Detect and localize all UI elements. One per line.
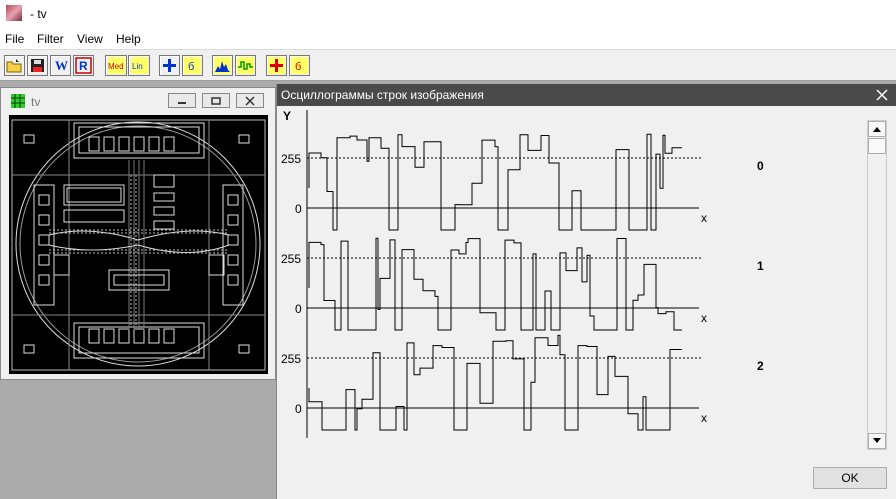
dialog-close-button[interactable]: [873, 86, 891, 104]
restore-icon: [211, 96, 221, 105]
svg-text:б: б: [295, 61, 301, 73]
scroll-thumb[interactable]: [868, 138, 886, 154]
channel-id-label: 1: [757, 259, 764, 273]
open-button[interactable]: [4, 55, 25, 76]
test-pattern-edge-image: [9, 115, 268, 374]
oscillogram-plot: Y 255 0 x 0 255 0 x 1 255 0 x 2: [281, 109, 764, 438]
minimize-button[interactable]: [168, 93, 196, 108]
grid-icon: [11, 94, 25, 108]
save-icon: [31, 59, 44, 72]
waveform-icon: [237, 57, 254, 74]
x-axis-label: x: [701, 211, 707, 225]
level-0-label: 0: [295, 402, 302, 416]
histogram-icon: [214, 57, 231, 74]
image-child-window[interactable]: tv: [0, 87, 276, 380]
restore-button[interactable]: [202, 93, 230, 108]
r-button[interactable]: R: [73, 55, 94, 76]
med-filter-icon: Med: [107, 57, 125, 74]
lin-filter-icon: Lin: [130, 57, 148, 74]
child-title: tv: [31, 95, 41, 109]
scroll-down-button[interactable]: [868, 433, 886, 449]
waveform-trace: [308, 237, 682, 331]
channel-id-label: 2: [757, 359, 764, 373]
y-axis-label: Y: [283, 109, 291, 123]
b-icon: б: [184, 57, 201, 74]
waveform-button[interactable]: [235, 55, 256, 76]
level-255-label: 255: [281, 252, 301, 266]
channel-2: 255 0 x 2: [281, 334, 764, 431]
med-filter-button[interactable]: Med: [105, 55, 127, 76]
svg-text:б: б: [188, 61, 194, 73]
toolbar: W R Med Lin б б: [0, 49, 896, 81]
svg-text:Lin: Lin: [132, 62, 143, 71]
w-button[interactable]: W: [50, 55, 71, 76]
dialog-titlebar[interactable]: Осциллограммы строк изображения: [277, 84, 896, 106]
close-button[interactable]: [236, 93, 264, 108]
red-b-button[interactable]: б: [289, 55, 310, 76]
x-axis-label: x: [701, 311, 707, 325]
channel-id-label: 0: [757, 159, 764, 173]
waveform-trace: [308, 133, 682, 231]
child-titlebar[interactable]: tv: [1, 88, 275, 114]
menu-view[interactable]: View: [77, 32, 103, 46]
vertical-scrollbar[interactable]: [867, 120, 887, 450]
edge-image[interactable]: [9, 115, 268, 374]
level-0-label: 0: [295, 302, 302, 316]
menubar: File Filter View Help: [0, 29, 896, 49]
minimize-icon: [178, 101, 186, 104]
r-icon: R: [75, 57, 92, 74]
svg-text:W: W: [55, 58, 68, 73]
svg-text:Med: Med: [108, 62, 124, 71]
chevron-down-icon: [873, 438, 881, 443]
plus-button[interactable]: [159, 55, 180, 76]
level-255-label: 255: [281, 352, 301, 366]
menu-help[interactable]: Help: [116, 32, 141, 46]
scroll-up-button[interactable]: [868, 121, 886, 137]
red-b-icon: б: [291, 57, 308, 74]
chevron-up-icon: [873, 127, 881, 132]
close-icon: [876, 89, 888, 101]
red-plus-button[interactable]: [266, 55, 287, 76]
waveform-trace: [308, 334, 682, 431]
app-icon: [6, 5, 22, 21]
svg-text:R: R: [79, 59, 88, 73]
x-axis-label: x: [701, 411, 707, 425]
b-button[interactable]: б: [182, 55, 203, 76]
lin-filter-button[interactable]: Lin: [128, 55, 150, 76]
oscillogram-dialog: Осциллограммы строк изображения Y 255 0 x 0…: [276, 84, 896, 499]
channel-1: 255 0 x 1: [281, 237, 764, 331]
red-plus-icon: [268, 57, 285, 74]
level-0-label: 0: [295, 202, 302, 216]
level-255-label: 255: [281, 152, 301, 166]
plus-icon: [163, 59, 176, 72]
dialog-title: Осциллограммы строк изображения: [281, 88, 484, 102]
menu-filter[interactable]: Filter: [37, 32, 64, 46]
close-icon: [245, 95, 255, 106]
menu-file[interactable]: File: [5, 32, 24, 46]
app-title: - tv: [30, 7, 47, 21]
w-icon: W: [55, 58, 68, 73]
app-titlebar: - tv: [0, 0, 896, 29]
ok-button[interactable]: OK: [813, 467, 887, 489]
save-button[interactable]: [27, 55, 48, 76]
open-icon: [6, 59, 22, 73]
histogram-button[interactable]: [212, 55, 233, 76]
channel-0: 255 0 x 0: [281, 133, 764, 231]
